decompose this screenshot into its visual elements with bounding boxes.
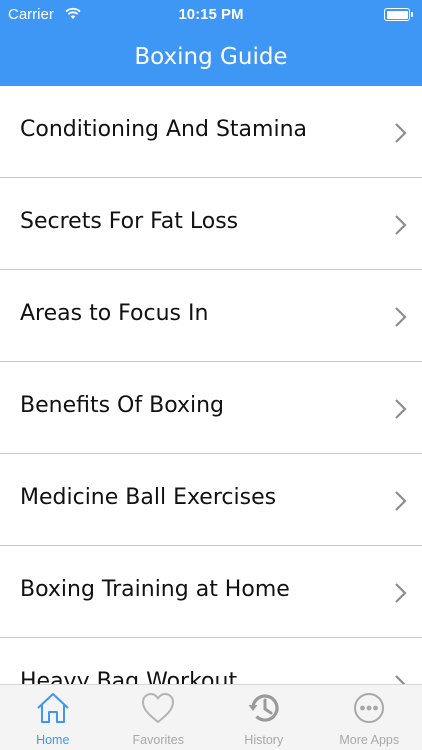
status-bar: Carrier 10:15 PM <box>0 0 422 30</box>
page-title: Boxing Guide <box>134 44 288 70</box>
tab-label: Favorites <box>132 733 184 747</box>
tab-more-apps[interactable]: More Apps <box>317 685 422 750</box>
tab-history[interactable]: History <box>211 685 317 750</box>
list-item[interactable]: Boxing Training at Home <box>0 546 422 638</box>
list-item-label: Boxing Training at Home <box>20 577 290 602</box>
topic-list: Conditioning And Stamina Secrets For Fat… <box>0 86 422 684</box>
list-item[interactable]: Areas to Focus In <box>0 270 422 362</box>
list-item-label: Areas to Focus In <box>20 301 209 326</box>
list-item[interactable]: Medicine Ball Exercises <box>0 454 422 546</box>
home-icon <box>37 693 69 723</box>
list-item-label: Benefits Of Boxing <box>20 393 225 418</box>
tab-favorites[interactable]: Favorites <box>106 685 212 750</box>
chevron-right-icon <box>395 215 407 235</box>
list-item[interactable]: Benefits Of Boxing <box>0 362 422 454</box>
status-time: 10:15 PM <box>178 6 244 23</box>
list-item-label: Medicine Ball Exercises <box>20 485 277 510</box>
tab-bar: Home Favorites History More Apps <box>0 684 422 750</box>
chevron-right-icon <box>395 307 407 327</box>
app-header: Carrier 10:15 PM Boxing Guide <box>0 0 422 86</box>
chevron-right-icon <box>395 675 406 684</box>
chevron-right-icon <box>395 491 407 511</box>
tab-label: History <box>244 733 284 747</box>
chevron-right-icon <box>395 583 407 603</box>
heart-icon <box>142 693 175 723</box>
list-item[interactable]: Secrets For Fat Loss <box>0 178 422 270</box>
battery-icon <box>384 8 413 21</box>
tab-home[interactable]: Home <box>0 685 106 750</box>
list-item[interactable]: Heavy Bag Workout <box>0 638 422 684</box>
history-icon <box>248 694 279 722</box>
more-icon <box>354 693 385 723</box>
tab-label: More Apps <box>339 733 400 747</box>
list-item[interactable]: Conditioning And Stamina <box>0 86 422 178</box>
list-item-label: Conditioning And Stamina <box>20 117 307 142</box>
chevron-right-icon <box>395 399 407 419</box>
chevron-right-icon <box>395 123 407 143</box>
tab-label: Home <box>36 733 70 747</box>
list-item-label: Secrets For Fat Loss <box>20 209 239 234</box>
list-item-label: Heavy Bag Workout <box>20 669 238 684</box>
